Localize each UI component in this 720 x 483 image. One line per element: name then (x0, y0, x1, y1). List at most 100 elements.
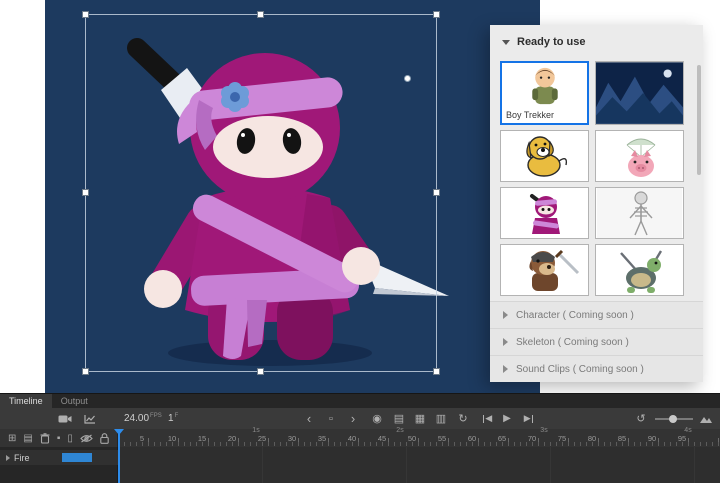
ruler-second-label: 1s (248, 427, 264, 434)
tab-label: Output (61, 396, 88, 406)
stage-canvas[interactable] (45, 0, 540, 393)
ruler-frame-label: 60 (464, 434, 480, 443)
ruler-frame-label: 20 (224, 434, 240, 443)
app-window: Ready to use Boy Trekker (0, 0, 720, 483)
thumbnail-skeleton[interactable] (595, 187, 684, 239)
play-icon[interactable]: ▶ (500, 408, 514, 429)
thumbnail-ninja[interactable] (500, 187, 589, 239)
ninja-character[interactable] (45, 0, 540, 393)
zoom-slider[interactable] (655, 418, 693, 420)
anchor-handle[interactable] (404, 75, 411, 82)
selection-handle-se[interactable] (433, 368, 440, 375)
zoom-slider-knob[interactable] (669, 415, 677, 423)
ruler-frame-label: 30 (284, 434, 300, 443)
ruler-frame-label: 40 (344, 434, 360, 443)
icon-bar (532, 415, 534, 423)
reset-zoom-icon[interactable]: ↺ (634, 408, 648, 429)
track-selection-bar[interactable] (62, 453, 92, 462)
thumbnail-mountain-scene[interactable] (595, 61, 684, 125)
section-skeleton[interactable]: Skeleton ( Coming soon ) (490, 328, 703, 355)
thumbnail-boy-trekker[interactable]: Boy Trekker (500, 61, 589, 125)
selection-handle-w[interactable] (82, 189, 89, 196)
thumbnail-dog[interactable] (500, 130, 589, 182)
eye-hidden-icon[interactable] (80, 434, 93, 443)
track-frames[interactable] (118, 447, 720, 483)
ruler-frame-label: 90 (644, 434, 660, 443)
track-header-column: Fire (0, 447, 118, 483)
track-area: Fire (0, 447, 720, 483)
section-sound-clips[interactable]: Sound Clips ( Coming soon ) (490, 355, 703, 382)
chevron-right-icon (503, 338, 508, 346)
thumbnail-pirate-dog[interactable] (500, 244, 589, 296)
ruler-frame-label: 10 (164, 434, 180, 443)
track-row-fire[interactable]: Fire (0, 450, 118, 465)
ruler-frame-label: 25 (254, 434, 270, 443)
section-label: Skeleton ( Coming soon ) (516, 337, 629, 348)
timeline-panel: Timeline Output 24.00 FPS 1 F ‹ ▫ › (0, 393, 720, 483)
frame-unit: F (175, 413, 179, 419)
track-tools: ⊞ ▤ ▪ ▯ (0, 429, 118, 447)
boy-trekker-preview (502, 63, 587, 108)
frame-counter[interactable]: 1 F (168, 408, 178, 429)
selection-handle-n[interactable] (257, 11, 264, 18)
tab-label: Timeline (9, 396, 43, 406)
tab-timeline[interactable]: Timeline (0, 394, 52, 408)
tab-output[interactable]: Output (52, 394, 97, 408)
section-character[interactable]: Character ( Coming soon ) (490, 301, 703, 328)
selection-handle-e[interactable] (433, 189, 440, 196)
selection-handle-nw[interactable] (82, 11, 89, 18)
snap-icon[interactable]: ▫ (324, 408, 338, 429)
track-label: Fire (14, 453, 30, 463)
onion-skin-icon[interactable]: ▥ (434, 408, 448, 429)
film-icon[interactable]: ▤ (392, 408, 406, 429)
ruler-frame-label: 50 (404, 434, 420, 443)
dot-icon[interactable]: ▪ (57, 433, 61, 444)
icon-bar (483, 415, 485, 423)
puppet-icon[interactable]: ▯ (67, 433, 73, 444)
trash-icon[interactable] (40, 433, 50, 444)
fps-unit: FPS (150, 413, 162, 419)
chevron-left-icon[interactable]: ‹ (302, 408, 316, 429)
assets-panel: Ready to use Boy Trekker (490, 25, 703, 382)
track-expand-icon[interactable] (6, 455, 10, 461)
zoom-fit-icon[interactable] (698, 408, 714, 429)
ruler-second-label: 3s (536, 427, 552, 434)
ninja-preview (501, 188, 588, 238)
ruler-frame-label: 95 (674, 434, 690, 443)
lock-icon[interactable] (100, 433, 109, 444)
add-track-icon[interactable]: ⊞ (8, 433, 16, 444)
pig-preview (596, 131, 683, 181)
next-frame-icon[interactable]: ▶ (520, 408, 538, 429)
thumbnail-pig[interactable] (595, 130, 684, 182)
ruler-frame-label: 70 (524, 434, 540, 443)
ruler-frame-label: 45 (374, 434, 390, 443)
section-label: Sound Clips ( Coming soon ) (516, 364, 644, 375)
frame-value: 1 (168, 413, 174, 424)
ruler-frame-label: 35 (314, 434, 330, 443)
selection-handle-sw[interactable] (82, 368, 89, 375)
ruler-frame-label: 5 (134, 434, 150, 443)
mountain-scene-preview (596, 62, 683, 124)
previous-frame-icon[interactable]: ◀ (478, 408, 496, 429)
ruler-frame-label: 75 (554, 434, 570, 443)
layers-icon[interactable]: ▤ (23, 433, 32, 444)
playhead[interactable] (118, 429, 120, 483)
selection-handle-s[interactable] (257, 368, 264, 375)
chevron-right-icon[interactable]: › (346, 408, 360, 429)
graph-icon[interactable] (82, 408, 98, 429)
record-icon[interactable]: ◉ (370, 408, 384, 429)
chevron-right-icon (503, 311, 508, 319)
loop-icon[interactable]: ↻ (456, 408, 470, 429)
dog-preview (501, 131, 588, 181)
ruler-second-label: 2s (392, 427, 408, 434)
ready-to-use-header[interactable]: Ready to use (490, 25, 703, 59)
grid-icon[interactable]: ▦ (413, 408, 427, 429)
thumbnail-turtle[interactable] (595, 244, 684, 296)
selection-handle-ne[interactable] (433, 11, 440, 18)
panel-scrollbar[interactable] (697, 65, 701, 175)
collapsed-sections: Character ( Coming soon ) Skeleton ( Com… (490, 301, 703, 382)
chevron-right-icon (503, 365, 508, 373)
ruler-frame-label: 15 (194, 434, 210, 443)
fps-display[interactable]: 24.00 FPS (124, 408, 162, 429)
camera-icon[interactable] (56, 408, 74, 429)
